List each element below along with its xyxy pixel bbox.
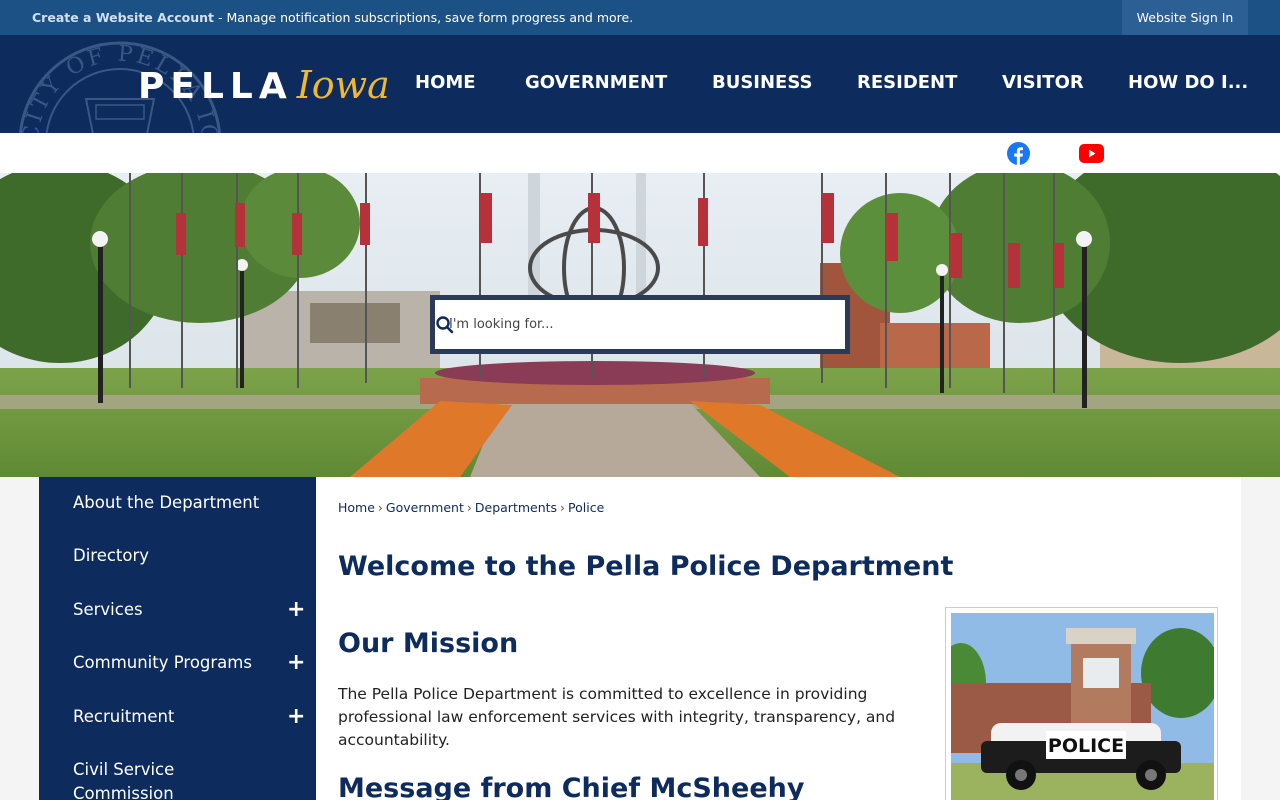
breadcrumb-separator: › <box>560 500 566 515</box>
sidebar-nav: About the Department Directory Services … <box>39 477 316 800</box>
nav-visitor[interactable]: VISITOR <box>1002 72 1084 93</box>
sidebar-item-civil-service[interactable]: Civil Service Commission <box>73 758 223 800</box>
social-bar <box>0 133 1280 173</box>
sidebar-item-directory[interactable]: Directory <box>73 544 273 568</box>
expand-recruitment-icon[interactable]: + <box>287 706 305 728</box>
nav-business[interactable]: BUSINESS <box>712 72 812 93</box>
sidebar-item-community-programs[interactable]: Community Programs <box>73 651 283 675</box>
breadcrumb-departments[interactable]: Departments <box>475 500 557 515</box>
page-title: Welcome to the Pella Police Department <box>338 551 954 582</box>
police-station-image: POLICE <box>936 613 1221 800</box>
account-bar: Create a Website Account - Manage notifi… <box>0 0 1280 35</box>
breadcrumb-separator: › <box>377 500 383 515</box>
facebook-icon[interactable] <box>1007 142 1030 165</box>
search-input[interactable] <box>435 300 795 349</box>
search-icon[interactable] <box>435 315 455 335</box>
site-header: CITY OF PELLA IOWA PELLAIowa HOME GOVERN… <box>0 35 1280 133</box>
breadcrumb: Home › Government › Departments › Police <box>338 500 604 515</box>
breadcrumb-separator: › <box>466 500 472 515</box>
search-box <box>430 295 850 354</box>
mission-heading: Our Mission <box>338 628 519 659</box>
nav-government[interactable]: GOVERNMENT <box>525 72 667 93</box>
breadcrumb-police[interactable]: Police <box>568 500 604 515</box>
car-police-text: POLICE <box>1048 735 1124 757</box>
site-logo[interactable]: PELLA Iowa <box>138 63 390 107</box>
logo-iowa: Iowa <box>296 63 390 107</box>
expand-community-programs-icon[interactable]: + <box>287 652 305 674</box>
main-content: Home › Government › Departments › Police Welco… <box>316 477 1241 800</box>
nav-how-do-i[interactable]: HOW DO I... <box>1128 72 1248 93</box>
breadcrumb-home[interactable]: Home <box>338 500 375 515</box>
sidebar-item-recruitment[interactable]: Recruitment <box>73 705 273 729</box>
hero-banner <box>0 173 1280 477</box>
sidebar-item-services[interactable]: Services <box>73 598 273 622</box>
create-account-link[interactable]: Create a Website Account <box>32 10 214 25</box>
nav-resident[interactable]: RESIDENT <box>857 72 957 93</box>
nav-home[interactable]: HOME <box>415 72 476 93</box>
expand-services-icon[interactable]: + <box>287 599 305 621</box>
sidebar-item-about[interactable]: About the Department <box>73 491 273 515</box>
youtube-icon[interactable] <box>1079 144 1104 163</box>
mission-text: The Pella Police Department is committed… <box>338 685 896 749</box>
sign-in-button[interactable]: Website Sign In <box>1122 0 1248 35</box>
account-description: - Manage notification subscriptions, sav… <box>214 10 634 25</box>
logo-pella: PELLA <box>138 66 293 107</box>
police-car-photo: POLICE <box>936 607 1221 800</box>
breadcrumb-government[interactable]: Government <box>386 500 464 515</box>
chief-message-heading: Message from Chief McSheehy <box>338 773 805 800</box>
account-message: Create a Website Account - Manage notifi… <box>32 10 633 25</box>
